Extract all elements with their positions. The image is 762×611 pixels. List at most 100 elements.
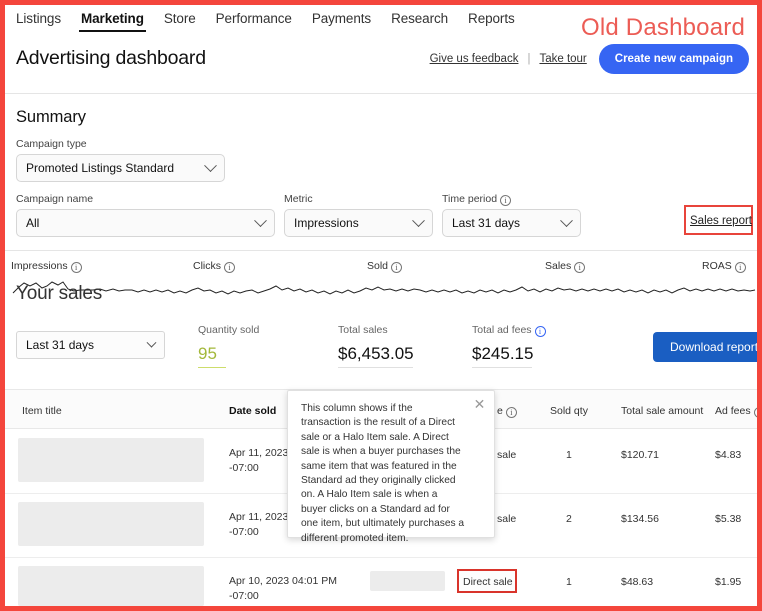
create-new-campaign-button[interactable]: Create new campaign (598, 44, 749, 74)
metric-tab-label: Clicks (193, 260, 221, 272)
nav-item-reports[interactable]: Reports (458, 11, 525, 32)
cell-sold-qty: 1 (566, 576, 572, 588)
metric-tab-roas[interactable]: ROAS i (702, 260, 746, 273)
your-sales-range-value: Last 31 days (26, 338, 95, 352)
metric-tab-label: Sales (545, 260, 572, 272)
info-icon[interactable]: i (574, 262, 586, 273)
item-title-placeholder (18, 502, 204, 546)
summary-divider (5, 250, 757, 251)
column-header-item-title[interactable]: Item title (22, 405, 62, 417)
total-sales-label: Total sales (338, 324, 388, 336)
header-separator: | (527, 53, 531, 65)
metric-tab-label: Impressions (11, 260, 68, 272)
give-us-feedback-link[interactable]: Give us feedback (430, 53, 519, 65)
cell-sale-type: Direct sale (463, 576, 513, 588)
metric-label: Metric (284, 193, 313, 205)
campaign-type-select[interactable]: Promoted Listings Standard (16, 154, 225, 182)
your-sales-range-select[interactable]: Last 31 days (16, 331, 165, 359)
chevron-down-icon (204, 158, 217, 172)
sales-trend-sparkline (12, 281, 756, 295)
tooltip-text: This column shows if the transaction is … (301, 403, 465, 544)
quantity-sold-underline (198, 367, 226, 368)
cell-ad-fees: $1.95 (715, 576, 742, 588)
item-title-placeholder (18, 566, 204, 606)
metric-tab-label: Sold (367, 260, 389, 272)
quantity-sold-value: 95 (198, 344, 217, 363)
date-sold-line1: Apr 11, 2023 (229, 447, 289, 459)
info-icon[interactable]: i (391, 262, 403, 273)
download-report-button[interactable]: Download report (653, 332, 757, 362)
header-actions: Give us feedback | Take tour Create new … (430, 44, 749, 74)
quantity-sold-label: Quantity sold (198, 324, 260, 336)
column-header-date-sold[interactable]: Date sold (229, 405, 276, 417)
info-icon[interactable]: i (500, 195, 512, 206)
screenshot-root: Listings Marketing Store Performance Pay… (0, 0, 762, 611)
cell-date-sold: Apr 11, 2023 -07:00 (229, 510, 288, 540)
nav-label: Research (391, 11, 449, 26)
info-icon[interactable]: i (753, 407, 757, 418)
cell-date-sold: Apr 11, 2023 -07:00 (229, 446, 288, 476)
cell-sale-type: sale (497, 513, 517, 525)
total-ad-fees-underline (472, 367, 532, 368)
column-header-sale-type[interactable]: ei (497, 405, 517, 418)
column-header-total-sale-amount[interactable]: Total sale amount (621, 405, 703, 417)
close-icon[interactable]: ✕ (473, 397, 486, 411)
cell-sold-qty: 2 (566, 513, 572, 525)
your-sales-title: Your sales (16, 283, 103, 304)
metric-tab-impressions[interactable]: Impressions i (11, 260, 82, 273)
campaign-type-value: Promoted Listings Standard (26, 161, 175, 175)
info-icon[interactable]: i (534, 326, 546, 337)
total-ad-fees-label-text: Total ad fees (472, 324, 532, 336)
nav-item-performance[interactable]: Performance (206, 11, 302, 32)
nav-label: Performance (215, 11, 292, 26)
metric-tab-label: ROAS (702, 260, 732, 272)
info-icon[interactable]: i (734, 262, 746, 273)
nav-item-payments[interactable]: Payments (302, 11, 381, 32)
nav-item-store[interactable]: Store (154, 11, 206, 32)
nav-item-marketing[interactable]: Marketing (71, 11, 154, 32)
take-tour-link[interactable]: Take tour (539, 53, 586, 65)
cell-total-sale-amount: $120.71 (621, 449, 659, 461)
column-header-sold-qty[interactable]: Sold qty (550, 405, 588, 417)
cell-sale-type: sale (497, 449, 517, 461)
total-ad-fees-label: Total ad fees i (472, 324, 546, 337)
info-icon[interactable]: i (505, 407, 517, 418)
cell-total-sale-amount: $48.63 (621, 576, 654, 588)
date-sold-line1: Apr 10, 2023 04:01 PM (229, 575, 337, 587)
nav-label: Payments (311, 11, 372, 26)
date-sold-line2: -07:00 (229, 526, 259, 538)
nav-item-listings[interactable]: Listings (16, 11, 71, 32)
time-period-select[interactable]: Last 31 days (442, 209, 581, 237)
metric-select[interactable]: Impressions (284, 209, 433, 237)
nav-label: Listings (16, 11, 61, 26)
info-icon[interactable]: i (224, 262, 235, 273)
header-divider (5, 93, 757, 94)
sales-report-link[interactable]: Sales report (690, 215, 752, 227)
cell-date-sold: Apr 10, 2023 04:01 PM -07:00 (229, 574, 337, 604)
column-header-sale-type-text: e (497, 405, 503, 417)
nav-item-research[interactable]: Research (381, 11, 458, 32)
item-title-placeholder (18, 438, 204, 482)
page-inner: Listings Marketing Store Performance Pay… (5, 5, 757, 606)
time-period-value: Last 31 days (452, 216, 521, 230)
metric-tab-sold[interactable]: Sold i (367, 260, 403, 273)
time-period-label: Time period i (442, 193, 512, 206)
chevron-down-icon (560, 213, 573, 227)
chevron-down-icon (254, 213, 267, 227)
summary-title: Summary (16, 108, 86, 126)
column-header-ad-fees[interactable]: Ad feesi (715, 405, 757, 418)
campaign-name-select[interactable]: All (16, 209, 275, 237)
table-row[interactable]: Apr 10, 2023 04:01 PM -07:00 Direct sale… (5, 558, 757, 606)
metric-tab-clicks[interactable]: Clicks i (193, 260, 235, 273)
total-ad-fees-value: $245.15 (472, 344, 534, 363)
total-sales-underline (338, 367, 413, 368)
cell-sold-qty: 1 (566, 449, 572, 461)
nav-label: Store (163, 11, 196, 26)
chevron-down-icon (146, 337, 157, 348)
metric-tab-sales[interactable]: Sales i (545, 260, 586, 273)
campaign-type-label: Campaign type (16, 138, 87, 150)
metric-value: Impressions (294, 216, 359, 230)
date-sold-line2: -07:00 (229, 590, 259, 602)
cell-ad-fees: $5.38 (715, 513, 742, 525)
info-icon[interactable]: i (70, 262, 82, 273)
